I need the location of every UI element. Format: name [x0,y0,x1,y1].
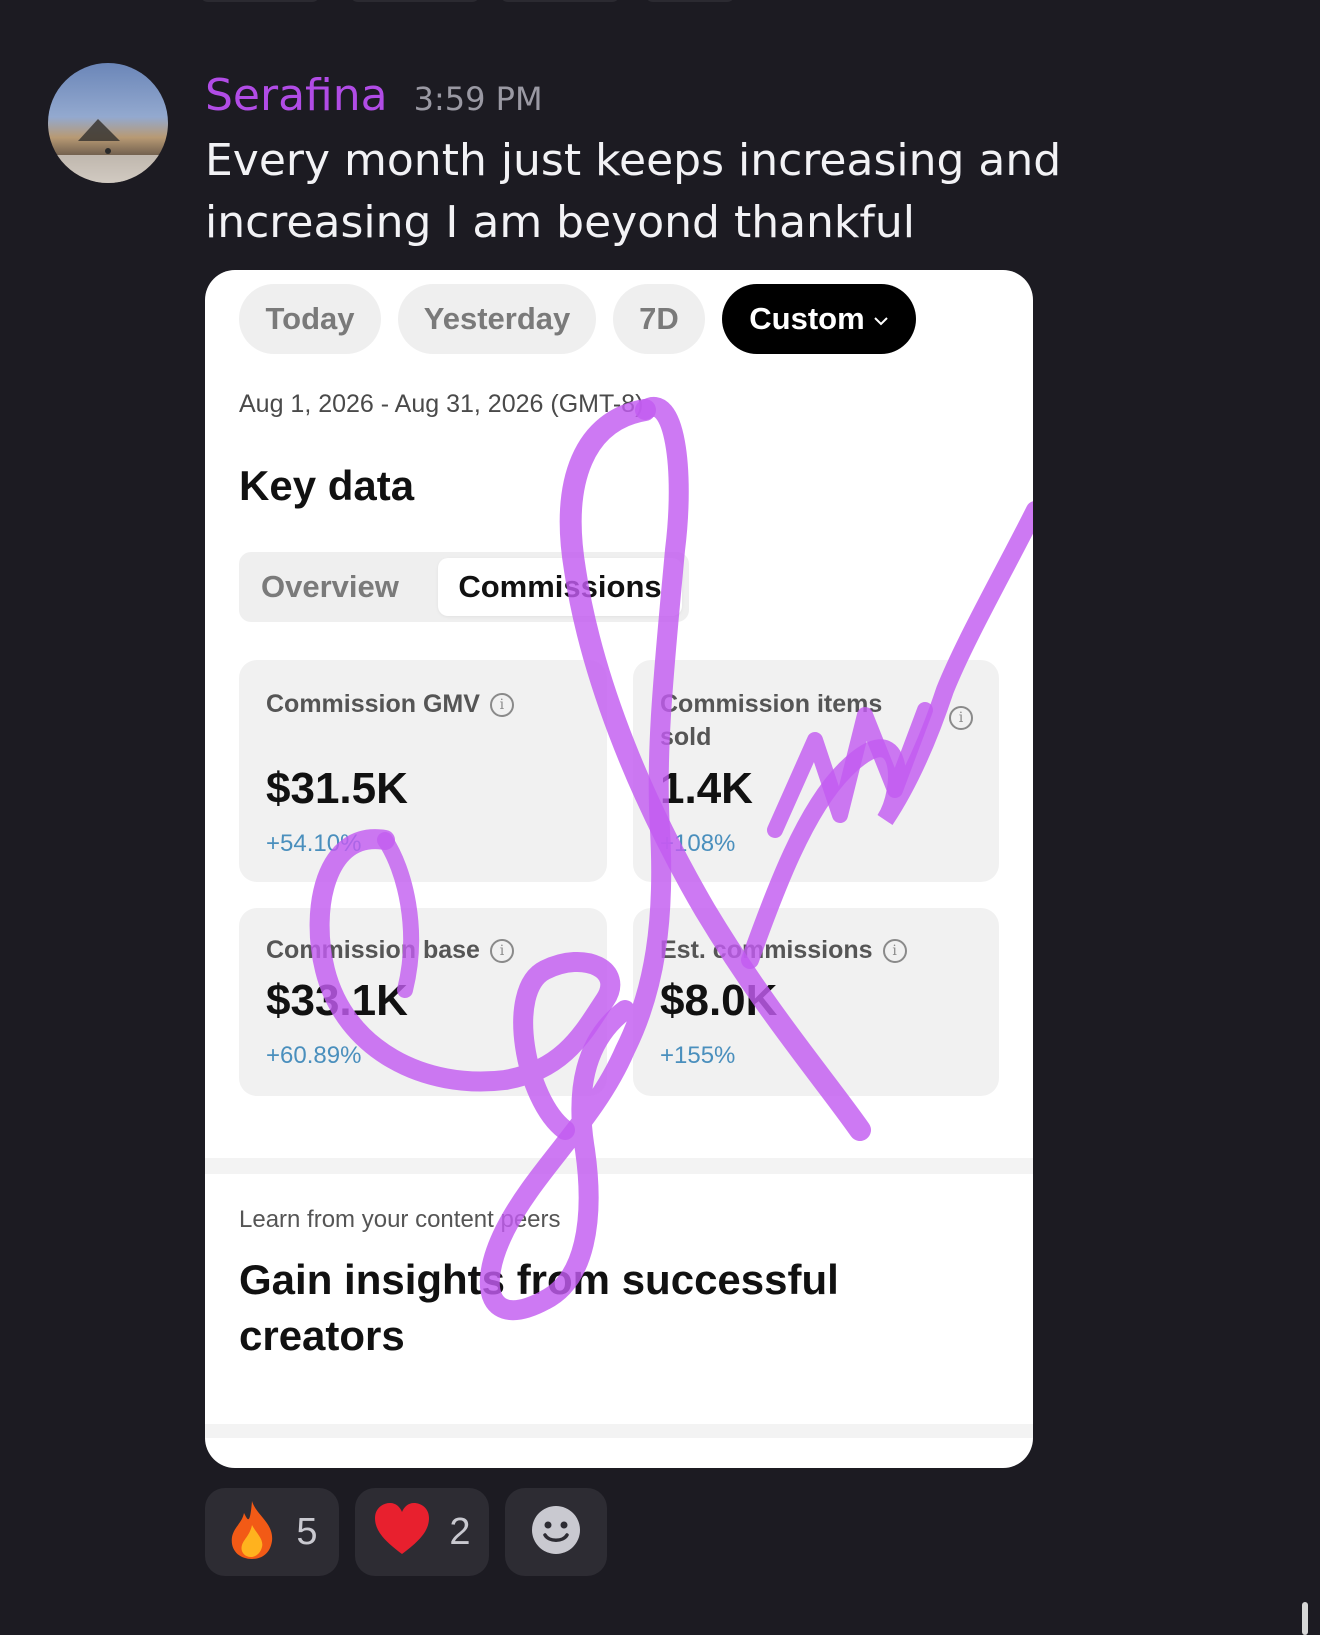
attached-screenshot[interactable]: Today Yesterday 7D Custom Aug 1, 2026 - … [205,270,1033,1468]
metric-value: 1.4K [660,764,753,813]
metric-change: +54.10% [266,830,362,857]
avatar[interactable] [48,63,168,183]
reaction-fire[interactable]: 5 [205,1488,339,1576]
tab-7d[interactable]: 7D [613,284,705,354]
avatar-photo [48,119,168,183]
segmented-control: Overview Commissions [239,552,689,622]
info-icon[interactable]: i [949,706,973,730]
metric-label: Commission GMV i [266,688,514,721]
metric-change: +60.89% [266,1042,362,1069]
tab-label: Yesterday [423,301,571,336]
metric-label: Commission items sold [660,690,883,751]
metric-change: +108% [660,830,736,857]
section-title: Key data [239,462,415,509]
peers-subtitle: Learn from your content peers [239,1206,561,1233]
scrollbar[interactable] [1302,1602,1308,1635]
peers-title: Gain insights from successful creators [239,1256,839,1359]
username[interactable]: Serafina [205,70,388,121]
reaction-heart[interactable]: 2 [355,1488,489,1576]
tab-label: 7D [639,301,679,336]
metric-commission-base[interactable]: Commission base i $33.1K +60.89% [239,908,607,1096]
section-divider [205,1158,1033,1174]
tab-today[interactable]: Today [239,284,381,354]
fire-icon [226,1499,278,1566]
info-icon[interactable]: i [489,939,514,964]
metric-label-text: Commission GMV [266,690,480,718]
tab-custom[interactable]: Custom [722,284,916,354]
reaction-count: 2 [449,1510,471,1553]
metric-value: $31.5K [266,764,408,813]
metric-commission-gmv[interactable]: Commission GMV i $31.5K +54.10% [239,660,607,882]
info-icon[interactable]: i [489,693,514,718]
add-reaction-icon [530,1504,582,1561]
chevron-down-icon [873,310,889,333]
info-icon[interactable]: i [882,939,907,964]
tab-yesterday[interactable]: Yesterday [398,284,596,354]
segment-label: Overview [261,569,399,604]
metric-label-text: Est. commissions [660,936,873,964]
tab-label: Custom [749,301,865,336]
timestamp: 3:59 PM [413,80,543,118]
metric-items-sold[interactable]: Commission items sold i 1.4K +108% [633,660,999,882]
metric-change: +155% [660,1042,736,1069]
date-range: Aug 1, 2026 - Aug 31, 2026 (GMT-8) [239,390,644,418]
metric-label: Est. commissions i [660,934,907,967]
metric-est-commissions[interactable]: Est. commissions i $8.0K +155% [633,908,999,1096]
reaction-count: 5 [296,1510,318,1553]
segment-overview[interactable]: Overview [261,552,399,622]
message-header: Serafina 3:59 PM [205,70,543,126]
metric-value: $8.0K [660,976,778,1025]
tab-label: Today [265,301,355,336]
add-reaction-button[interactable] [505,1488,607,1576]
segment-label: Commissions [458,569,662,604]
message-text: Every month just keeps increasing and in… [205,135,1062,248]
segment-commissions[interactable]: Commissions [438,558,682,616]
metric-value: $33.1K [266,976,408,1025]
metric-label: Commission base i [266,934,514,967]
metric-label-text: Commission base [266,936,480,964]
section-divider [205,1424,1033,1438]
heart-icon [373,1502,431,1563]
